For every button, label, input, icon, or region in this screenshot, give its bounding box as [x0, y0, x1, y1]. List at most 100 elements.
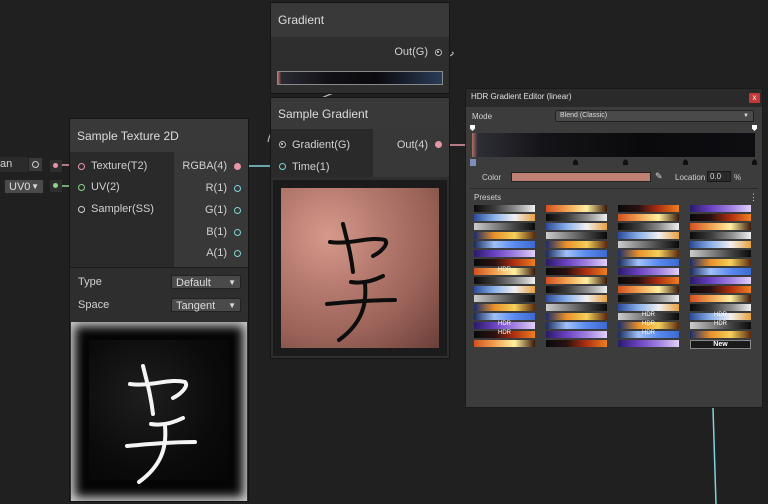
gradient-preset-swatch[interactable] — [474, 241, 535, 248]
presets-label: Presets — [474, 193, 502, 202]
gradient-out-port[interactable] — [435, 49, 442, 56]
gradient-preset-swatch[interactable] — [546, 250, 607, 257]
gradient-preset-swatch[interactable] — [618, 241, 679, 248]
gradient-preset-swatch[interactable] — [474, 232, 535, 239]
gradient-preset-swatch[interactable] — [546, 205, 607, 212]
gradient-preset-swatch[interactable] — [618, 304, 679, 311]
input-label: Texture(T2) — [91, 160, 148, 172]
r-port[interactable] — [234, 185, 241, 192]
gradient-node[interactable]: Gradient Out(G) — [270, 2, 450, 94]
gradient-preset-swatch[interactable] — [474, 205, 535, 212]
sampler-port[interactable] — [78, 206, 85, 213]
gradient-preset-swatch[interactable] — [690, 286, 751, 293]
color-field[interactable] — [511, 172, 651, 182]
gradient-preset-swatch[interactable] — [690, 277, 751, 284]
eyedropper-icon[interactable]: ✎ — [655, 171, 663, 182]
target-icon[interactable] — [28, 157, 43, 172]
close-button[interactable]: x — [749, 93, 760, 103]
gradient-preset-swatch[interactable] — [474, 250, 535, 257]
gradient-preset-swatch[interactable] — [618, 277, 679, 284]
gradient-preset-swatch[interactable] — [546, 241, 607, 248]
sample-texture-2d-node[interactable]: Sample Texture 2D Texture(T2) UV(2) Samp… — [69, 118, 249, 502]
node-title: Sample Texture 2D — [77, 129, 179, 143]
gradient-preset-swatch[interactable] — [690, 268, 751, 275]
alpha-key-marker[interactable] — [470, 125, 475, 131]
color-key-marker[interactable] — [752, 159, 757, 165]
location-value: 0.0 — [710, 172, 722, 181]
uv-dropdown[interactable]: UV0 ▼ — [4, 179, 44, 194]
gradient-preset-swatch[interactable] — [474, 259, 535, 266]
gradient-preset-swatch[interactable] — [618, 223, 679, 230]
gradient-swatch[interactable] — [277, 71, 443, 85]
gradient-preset-swatch[interactable] — [474, 340, 535, 347]
color-key-marker[interactable] — [573, 159, 578, 165]
gradient-preset-swatch[interactable] — [546, 313, 607, 320]
gradient-preset-swatch[interactable] — [546, 304, 607, 311]
gradient-preset-swatch[interactable] — [618, 205, 679, 212]
mode-dropdown[interactable]: Blend (Classic) ▼ — [555, 110, 754, 122]
color-key-marker[interactable] — [470, 159, 476, 166]
gradient-preset-swatch[interactable] — [690, 259, 751, 266]
uv-input-port[interactable] — [50, 180, 62, 192]
type-dropdown[interactable]: Default ▼ — [171, 275, 241, 289]
gradient-preset-swatch[interactable] — [690, 241, 751, 248]
gradient-preset-swatch[interactable] — [474, 214, 535, 221]
g-port[interactable] — [234, 207, 241, 214]
rgba-port[interactable] — [234, 163, 241, 170]
space-dropdown[interactable]: Tangent ▼ — [171, 298, 241, 312]
gradient-preset-swatch[interactable] — [690, 250, 751, 257]
gradient-preview — [273, 180, 447, 356]
gradient-preset-swatch[interactable] — [618, 250, 679, 257]
gradient-bar[interactable] — [472, 133, 755, 157]
gradient-preset-swatch[interactable] — [546, 295, 607, 302]
gradient-preset-swatch[interactable] — [546, 268, 607, 275]
gradient-preset-swatch[interactable] — [618, 214, 679, 221]
gradient-preset-swatch[interactable] — [546, 277, 607, 284]
out4-port[interactable] — [435, 141, 442, 148]
a-port[interactable] — [234, 250, 241, 257]
gradient-preset-swatch[interactable] — [690, 331, 751, 338]
new-preset-button[interactable]: New — [690, 340, 751, 349]
gradient-preset-swatch[interactable] — [618, 286, 679, 293]
gradient-preset-swatch[interactable] — [474, 304, 535, 311]
time-port[interactable] — [279, 163, 286, 170]
preset-grid: HDR HDR HDR HDR HDR HDR HDR HDR New — [474, 205, 754, 355]
color-key-marker[interactable] — [683, 159, 688, 165]
gradient-preset-swatch[interactable] — [474, 295, 535, 302]
gradient-preset-swatch[interactable] — [618, 259, 679, 266]
gradient-preset-swatch[interactable] — [690, 304, 751, 311]
gradient-preset-swatch[interactable] — [474, 223, 535, 230]
gradient-preset-swatch[interactable] — [690, 232, 751, 239]
gradient-preset-swatch[interactable] — [546, 322, 607, 329]
gradient-preset-swatch[interactable] — [546, 232, 607, 239]
color-key-marker[interactable] — [623, 159, 628, 165]
gradient-preset-swatch[interactable] — [546, 259, 607, 266]
gradient-in-port[interactable] — [279, 141, 286, 148]
gradient-preset-swatch[interactable] — [690, 223, 751, 230]
gradient-preset-swatch[interactable] — [546, 286, 607, 293]
b-port[interactable] — [234, 229, 241, 236]
gradient-preset-swatch[interactable] — [690, 214, 751, 221]
gradient-preset-swatch[interactable] — [546, 223, 607, 230]
gradient-preset-swatch[interactable] — [690, 205, 751, 212]
location-field[interactable]: 0.0 — [707, 171, 731, 182]
gradient-preset-swatch[interactable] — [546, 331, 607, 338]
gradient-preset-swatch[interactable] — [546, 340, 607, 347]
gradient-preset-swatch[interactable] — [618, 268, 679, 275]
gradient-preset-swatch[interactable] — [474, 277, 535, 284]
alpha-key-marker[interactable] — [752, 125, 757, 131]
gradient-preset-swatch[interactable] — [690, 295, 751, 302]
sample-gradient-node[interactable]: Sample Gradient Gradient(G) Time(1) Out(… — [270, 97, 450, 359]
gradient-preset-swatch[interactable] — [618, 295, 679, 302]
uv-port[interactable] — [78, 184, 85, 191]
mode-label: Mode — [472, 112, 493, 121]
gradient-preset-swatch[interactable] — [474, 313, 535, 320]
gradient-preset-swatch[interactable] — [618, 340, 679, 347]
hdr-gradient-editor[interactable]: HDR Gradient Editor (linear) x Mode Blen… — [465, 88, 763, 408]
gradient-preset-swatch[interactable] — [618, 232, 679, 239]
texture-port[interactable] — [78, 163, 85, 170]
gradient-preset-swatch[interactable] — [546, 214, 607, 221]
texture-input-port[interactable] — [50, 160, 62, 172]
gradient-preset-swatch[interactable] — [474, 286, 535, 293]
presets-menu-icon[interactable]: ⋮ — [749, 192, 758, 203]
